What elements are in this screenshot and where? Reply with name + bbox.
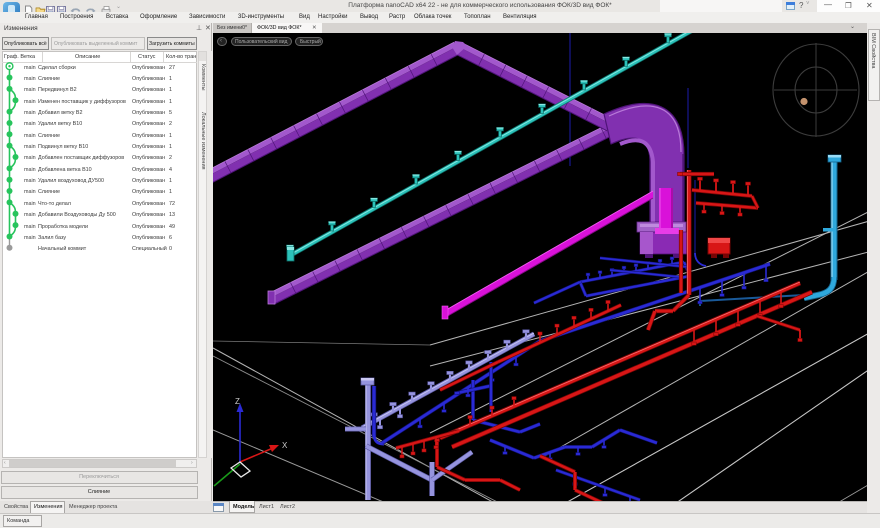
svg-text:Z: Z (235, 397, 240, 406)
svg-text:X: X (282, 441, 288, 450)
